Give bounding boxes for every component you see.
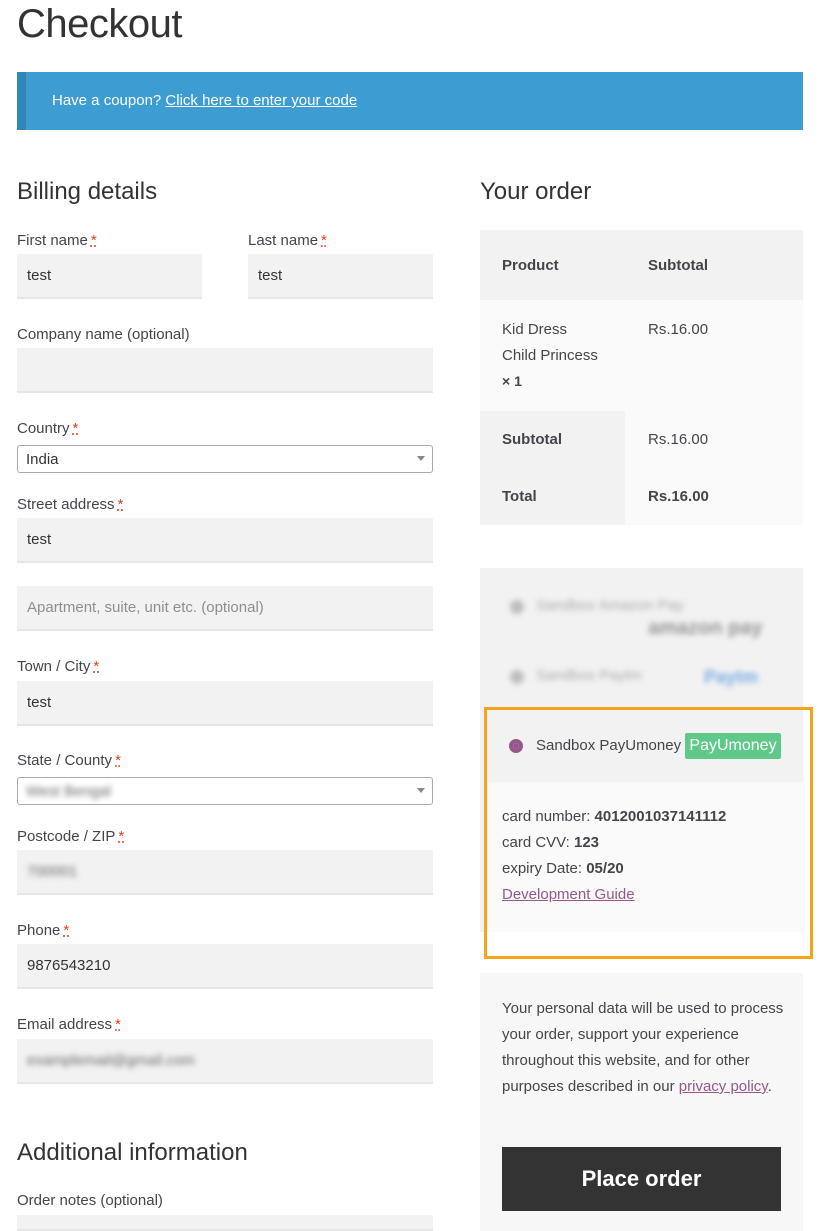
city-field[interactable]: test [17,681,433,726]
postcode-value: 700001 [27,863,78,880]
payment-description: card number: 4012001037141112 card CVV: … [488,782,803,932]
payumoney-logo: PayUmoney [685,733,781,759]
payment-method-amazon[interactable]: Sandbox Amazon Pay amazon pay [508,597,808,657]
radio-payumoney[interactable] [509,739,523,753]
card-number: 4012001037141112 [594,808,727,825]
paytm-logo: Paytm [704,667,759,687]
email-label: Email address * [17,1016,121,1033]
order-notes-field[interactable] [17,1215,433,1231]
payment-method-paytm[interactable]: Sandbox Paytm Paytm [508,667,808,697]
order-table-header: Product Subtotal [480,230,803,300]
coupon-prompt: Have a coupon? [52,92,162,109]
chevron-down-icon [417,788,425,793]
place-order-button[interactable]: Place order [502,1147,781,1211]
required-mark: * [118,828,125,845]
country-select[interactable]: India [17,445,433,473]
order-totals: Subtotal Rs.16.00 Total Rs.16.00 [480,411,803,525]
state-select[interactable]: West Bengal [17,777,433,805]
country-value: India [26,450,59,468]
col-subtotal: Subtotal [648,257,708,274]
state-value: West Bengal [26,782,111,800]
page-title: Checkout [17,2,182,46]
street-line2-field[interactable]: Apartment, suite, unit etc. (optional) [17,586,433,631]
payumoney-label: Sandbox PayUmoney [536,737,682,754]
card-cvv-line: card CVV: 123 [502,834,600,851]
subtotal-value: Rs.16.00 [648,431,709,448]
postcode-label: Postcode / ZIP * [17,828,125,845]
email-value: examplemail@gmail.com [27,1052,195,1069]
additional-heading: Additional information [17,1139,248,1166]
total-value: Rs.16.00 [648,488,709,505]
order-notes-label: Order notes (optional) [17,1192,163,1209]
company-label: Company name (optional) [17,326,190,343]
item-name: Kid Dress [502,321,568,338]
phone-label: Phone * [17,922,70,939]
coupon-link[interactable]: Click here to enter your code [165,92,357,109]
radio-paytm[interactable] [510,670,524,684]
item-name-2: Child Princess [502,347,598,364]
state-label: State / County * [17,752,121,769]
required-mark: * [321,232,327,249]
last-name-label: Last name * [248,232,327,249]
item-qty: × 1 [502,373,522,389]
required-mark: * [115,752,121,769]
card-cvv: 123 [573,834,600,851]
card-number-line: card number: 4012001037141112 [502,808,727,825]
street-label: Street address * [17,496,124,513]
required-mark: * [117,496,124,513]
amazon-label: Sandbox Amazon Pay [536,597,684,614]
order-heading: Your order [480,178,592,205]
total-label: Total [502,488,537,505]
radio-amazon[interactable] [510,600,524,614]
table-row: Kid Dress Child Princess × 1 Rs.16.00 [480,300,803,411]
chevron-down-icon [417,456,425,461]
expiry-date: 05/20 [586,860,624,877]
country-label: Country * [17,420,79,437]
expiry-line: expiry Date: 05/20 [502,860,624,877]
coupon-notice: Have a coupon? Click here to enter your … [17,72,803,130]
company-field[interactable] [17,348,433,393]
phone-field[interactable]: 9876543210 [17,944,433,989]
first-name-field[interactable]: test [17,254,202,299]
amazon-pay-logo: amazon pay [648,617,763,639]
item-price: Rs.16.00 [648,321,709,338]
street-field[interactable]: test [17,518,433,563]
postcode-field[interactable]: 700001 [17,850,433,895]
last-name-field[interactable]: test [248,254,433,299]
required-mark: * [115,1016,121,1033]
paytm-label: Sandbox Paytm [536,667,642,684]
first-name-label: First name * [17,232,97,249]
email-field[interactable]: examplemail@gmail.com [17,1039,433,1084]
privacy-text: Your personal data will be used to proce… [502,1000,784,1095]
required-mark: * [72,420,79,437]
subtotal-label: Subtotal [502,431,562,448]
city-label: Town / City * [17,658,100,675]
required-mark: * [90,232,97,249]
col-product: Product [502,257,559,274]
required-mark: * [93,658,100,675]
required-mark: * [63,922,70,939]
privacy-policy-link[interactable]: privacy policy [679,1078,768,1095]
development-guide-link[interactable]: Development Guide [502,886,635,903]
billing-heading: Billing details [17,178,158,205]
